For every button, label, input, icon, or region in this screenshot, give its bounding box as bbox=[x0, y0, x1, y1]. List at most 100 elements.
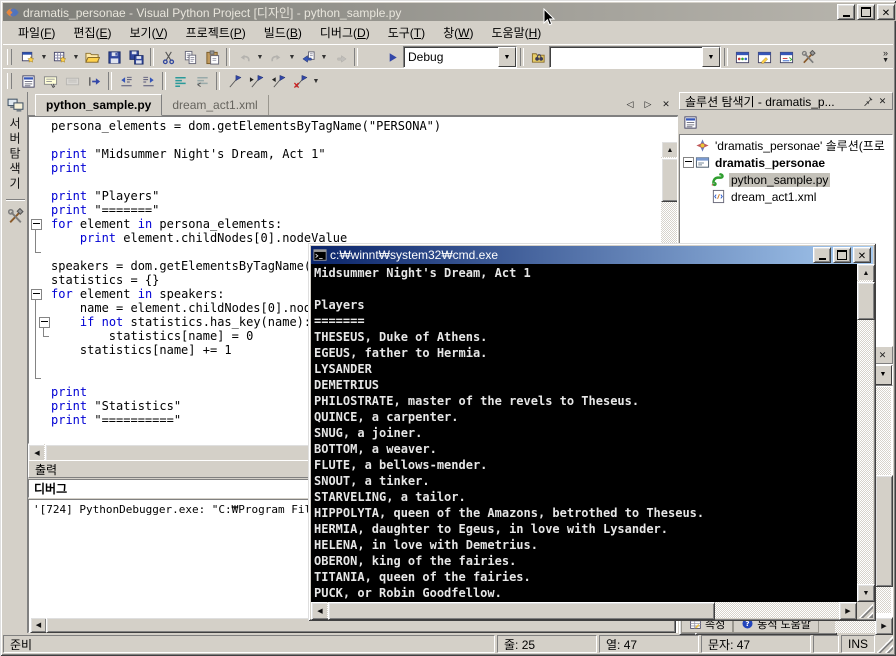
toolbar-overflow[interactable]: » ▼ bbox=[882, 49, 889, 65]
document-tab-1[interactable]: dream_act1.xml bbox=[162, 95, 269, 115]
close-icon[interactable]: ✕ bbox=[875, 95, 890, 108]
properties-button[interactable] bbox=[679, 113, 701, 133]
toolbar-grip[interactable] bbox=[7, 73, 12, 89]
fold-margin[interactable] bbox=[29, 343, 51, 357]
paste-button[interactable] bbox=[201, 47, 223, 67]
menu-item-2[interactable]: 보기(V) bbox=[121, 21, 177, 44]
parameter-info-button[interactable] bbox=[39, 71, 61, 91]
dropdown-arrow-icon[interactable]: ▼ bbox=[287, 47, 297, 67]
start-debug-button[interactable] bbox=[381, 47, 403, 67]
menu-item-8[interactable]: 도움말(H) bbox=[482, 21, 550, 44]
add-item-button[interactable] bbox=[49, 47, 71, 67]
tree-expander-icon[interactable] bbox=[683, 157, 694, 168]
fold-margin[interactable] bbox=[29, 301, 51, 315]
tab-scroll-right-button[interactable]: ▷ bbox=[640, 97, 656, 112]
toolbox-icon[interactable] bbox=[7, 208, 24, 225]
menu-item-5[interactable]: 디버그(D) bbox=[311, 21, 379, 44]
navigate-forward-button[interactable] bbox=[329, 47, 351, 67]
close-button[interactable]: ✕ bbox=[853, 247, 871, 263]
menu-item-4[interactable]: 빌드(B) bbox=[255, 21, 311, 44]
fold-margin[interactable] bbox=[29, 385, 51, 399]
comment-selection-button[interactable] bbox=[169, 71, 191, 91]
complete-word-button[interactable] bbox=[83, 71, 105, 91]
scroll-left-icon[interactable]: ◀ bbox=[30, 617, 47, 633]
scrollbar-thumb[interactable] bbox=[875, 475, 893, 587]
scroll-down-icon[interactable]: ▼ bbox=[857, 584, 875, 602]
fold-margin[interactable] bbox=[29, 287, 51, 301]
fold-margin[interactable] bbox=[29, 175, 51, 189]
fold-margin[interactable] bbox=[29, 147, 51, 161]
close-icon[interactable]: ✕ bbox=[875, 349, 890, 362]
menu-item-6[interactable]: 도구(T) bbox=[379, 21, 434, 44]
fold-margin[interactable] bbox=[29, 245, 51, 259]
fold-margin[interactable] bbox=[29, 399, 51, 413]
fold-margin[interactable] bbox=[29, 231, 51, 245]
dropdown-arrow-icon[interactable]: ▼ bbox=[498, 47, 516, 67]
maximize-button[interactable] bbox=[857, 4, 875, 20]
tree-item-0[interactable]: 'dramatis_personae' 솔루션(프로 bbox=[680, 137, 892, 154]
scroll-right-icon[interactable]: ▶ bbox=[839, 602, 857, 620]
toolbar-grip[interactable] bbox=[7, 49, 12, 65]
fold-margin[interactable] bbox=[29, 413, 51, 427]
dropdown-arrow-ic on[interactable]: ▼ bbox=[874, 364, 892, 385]
object-browser-button[interactable] bbox=[775, 47, 797, 67]
fold-margin[interactable] bbox=[29, 357, 51, 371]
fold-margin[interactable] bbox=[29, 161, 51, 175]
scrollbar-thumb[interactable] bbox=[857, 282, 875, 320]
console-resize-grip[interactable] bbox=[857, 602, 873, 618]
close-document-button[interactable]: ✕ bbox=[658, 97, 674, 112]
dropdown-arrow-icon[interactable]: ▼ bbox=[255, 47, 265, 67]
fold-margin[interactable] bbox=[29, 259, 51, 273]
fold-margin[interactable] bbox=[29, 217, 51, 231]
scrollbar-thumb[interactable] bbox=[328, 602, 715, 620]
find-combo[interactable]: ▼ bbox=[549, 46, 721, 68]
navigate-back-button[interactable] bbox=[297, 47, 319, 67]
console-vertical-scrollbar[interactable]: ▲ ▼ bbox=[857, 264, 875, 602]
menu-item-0[interactable]: 파일(F) bbox=[9, 21, 64, 44]
menu-item-7[interactable]: 창(W) bbox=[434, 21, 482, 44]
properties-window-button[interactable] bbox=[753, 47, 775, 67]
tree-item-3[interactable]: dream_act1.xml bbox=[680, 188, 892, 205]
fold-margin[interactable] bbox=[29, 133, 51, 147]
text-toolbar-options[interactable]: ▼ bbox=[311, 71, 321, 91]
pin-icon[interactable] bbox=[860, 95, 875, 108]
scrollbar-thumb[interactable] bbox=[661, 158, 677, 202]
uncomment-selection-button[interactable] bbox=[191, 71, 213, 91]
next-bookmark-button[interactable] bbox=[245, 71, 267, 91]
fold-margin[interactable] bbox=[29, 273, 51, 287]
save-all-button[interactable] bbox=[125, 47, 147, 67]
fold-margin[interactable] bbox=[29, 329, 51, 343]
undo-button[interactable] bbox=[233, 47, 255, 67]
cut-button[interactable] bbox=[157, 47, 179, 67]
save-button[interactable] bbox=[103, 47, 125, 67]
fold-margin[interactable] bbox=[29, 203, 51, 217]
copy-button[interactable] bbox=[179, 47, 201, 67]
tab-scroll-left-button[interactable]: ◁ bbox=[622, 97, 638, 112]
previous-bookmark-button[interactable] bbox=[267, 71, 289, 91]
display-member-list-button[interactable] bbox=[17, 71, 39, 91]
document-tab-0[interactable]: python_sample.py bbox=[35, 94, 163, 116]
menu-item-3[interactable]: 프로젝트(P) bbox=[177, 21, 255, 44]
fold-margin[interactable] bbox=[29, 119, 51, 133]
fold-margin[interactable] bbox=[29, 189, 51, 203]
tree-item-2[interactable]: python_sample.py bbox=[680, 171, 892, 188]
console-horizontal-scrollbar[interactable]: ◀ ▶ bbox=[311, 602, 857, 620]
solution-explorer-button[interactable] bbox=[731, 47, 753, 67]
dropdown-arrow-icon[interactable]: ▼ bbox=[71, 47, 81, 67]
dropdown-arrow-icon[interactable]: ▼ bbox=[702, 47, 720, 67]
dropdown-arrow-icon[interactable]: ▼ bbox=[39, 47, 49, 67]
new-project-button[interactable] bbox=[17, 47, 39, 67]
clear-bookmarks-button[interactable] bbox=[289, 71, 311, 91]
find-in-files-button[interactable] bbox=[527, 47, 549, 67]
menu-item-1[interactable]: 편집(E) bbox=[64, 21, 120, 44]
increase-indent-button[interactable] bbox=[137, 71, 159, 91]
solution-config-combo[interactable]: Debug ▼ bbox=[403, 46, 517, 68]
solution-explorer-title[interactable]: 솔루션 탐색기 - dramatis_p... ✕ bbox=[679, 92, 893, 110]
toggle-bookmark-button[interactable] bbox=[223, 71, 245, 91]
toolbox-button[interactable] bbox=[797, 47, 819, 67]
console-window[interactable]: c:₩winnt₩system32₩cmd.exe ✕ Midsummer Ni… bbox=[308, 243, 876, 621]
redo-button[interactable] bbox=[265, 47, 287, 67]
console-screen[interactable]: Midsummer Night's Dream, Act 1 Players ==… bbox=[311, 264, 875, 620]
maximize-button[interactable] bbox=[833, 247, 851, 263]
server-explorer-icon[interactable] bbox=[7, 96, 24, 113]
